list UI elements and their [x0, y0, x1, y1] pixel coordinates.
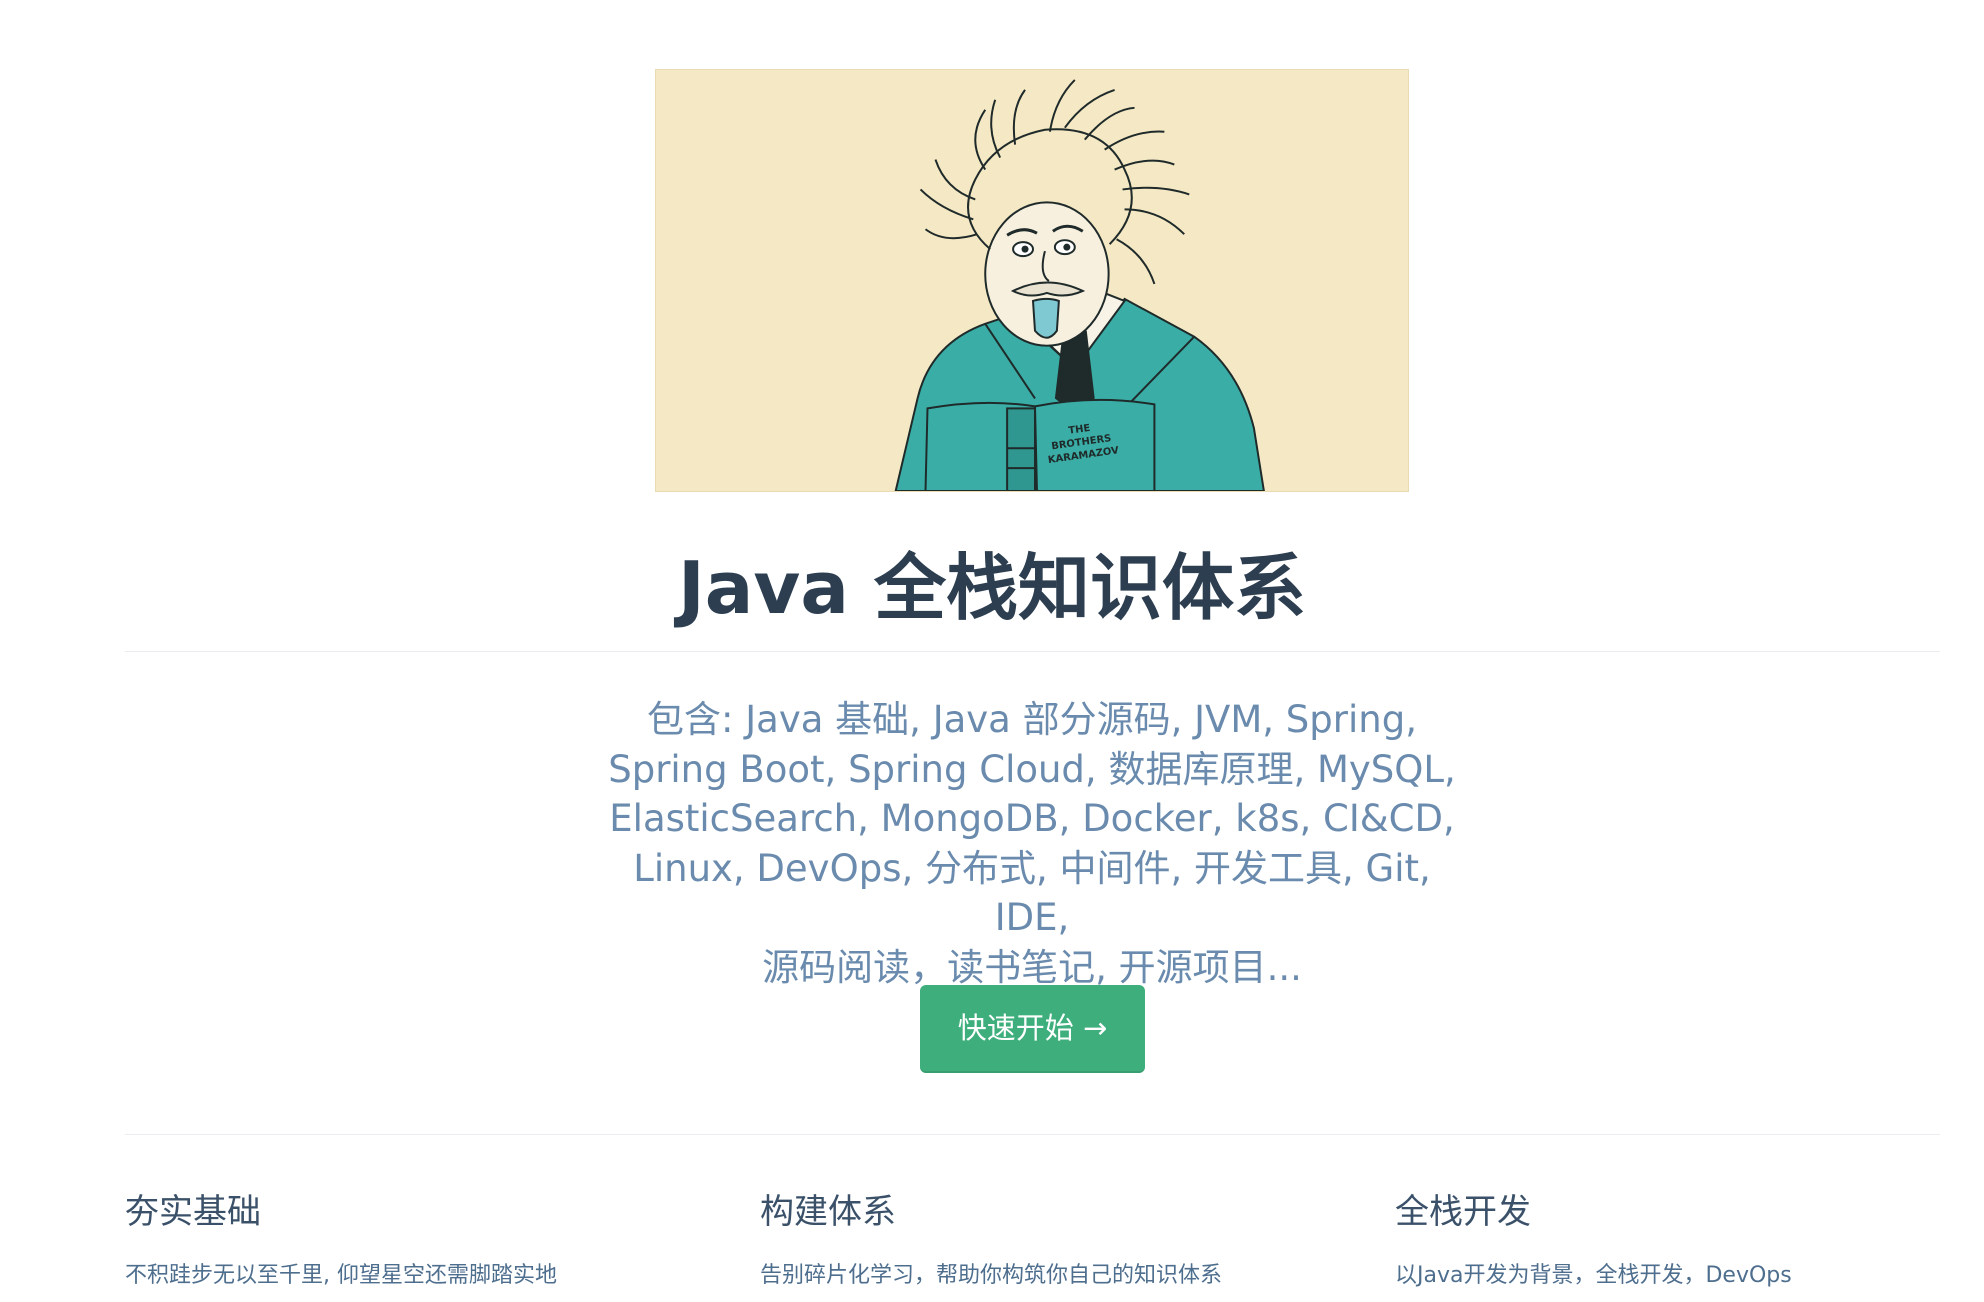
- feature-details: 以Java开发为背景，全栈开发，DevOps: [1395, 1263, 1792, 1288]
- feature-details: 告别碎片化学习，帮助你构筑你自己的知识体系: [760, 1263, 1223, 1288]
- feature-title: 构建体系: [760, 1192, 896, 1232]
- features-divider: [125, 1134, 1940, 1135]
- hero-description-line: Spring Boot, Spring Cloud, 数据库原理, MySQL,: [608, 747, 1456, 791]
- feature-title: 全栈开发: [1395, 1192, 1531, 1232]
- feature-card: 夯实基础 不积跬步无以至千里, 仰望星空还需脚踏实地: [125, 1188, 685, 1294]
- hero-description-line: ElasticSearch, MongoDB, Docker, k8s, CI&…: [609, 797, 1455, 840]
- feature-card: 全栈开发 以Java开发为背景，全栈开发，DevOps: [1395, 1188, 1955, 1294]
- hero-description-line: Linux, DevOps, 分布式, 中间件, 开发工具, Git, IDE,: [633, 846, 1431, 940]
- feature-title: 夯实基础: [125, 1192, 261, 1232]
- einstein-illustration: THE BROTHERS KARAMAZOV: [656, 70, 1408, 491]
- hero-divider: [125, 651, 1940, 652]
- quick-start-button[interactable]: 快速开始 →: [920, 985, 1145, 1073]
- feature-details: 不积跬步无以至千里, 仰望星空还需脚踏实地: [125, 1263, 557, 1288]
- home-page: THE BROTHERS KARAMAZOV Java 全栈知识体系 包含: J…: [0, 0, 1984, 1302]
- feature-card: 构建体系 告别碎片化学习，帮助你构筑你自己的知识体系: [760, 1188, 1320, 1294]
- page-title: Java 全栈知识体系: [678, 546, 1306, 630]
- hero-description-line: 包含: Java 基础, Java 部分源码, JVM, Spring,: [647, 698, 1417, 741]
- hero-description: 包含: Java 基础, Java 部分源码, JVM, Spring, Spr…: [592, 695, 1472, 992]
- hero-illustration: THE BROTHERS KARAMAZOV: [655, 69, 1409, 492]
